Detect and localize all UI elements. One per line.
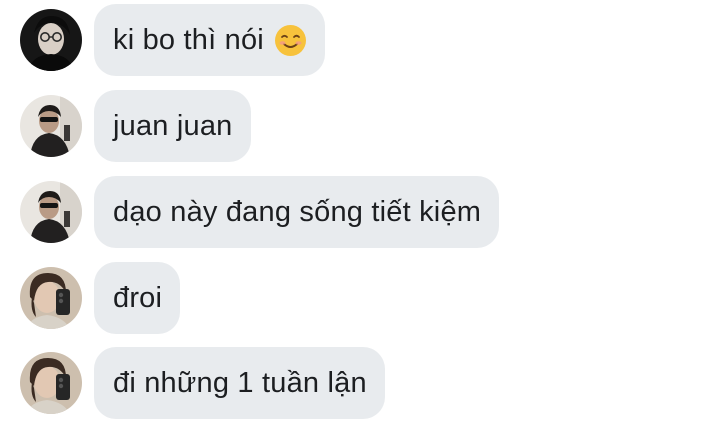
avatar-person-phone-mirror-icon: [20, 267, 82, 329]
avatar-person-glasses-dark-icon: [20, 9, 82, 71]
message-bubble[interactable]: đi những 1 tuần lận: [94, 347, 385, 419]
message-text: dạo này đang sống tiết kiệm: [113, 195, 482, 228]
message-bubble[interactable]: ki bo thì nói: [94, 4, 325, 76]
avatar[interactable]: [20, 352, 82, 414]
avatar[interactable]: [20, 95, 82, 157]
message-row: đroi: [20, 262, 181, 334]
message-row: dạo này đang sống tiết kiệm: [20, 176, 500, 248]
smiling-face-emoji-icon: [274, 24, 307, 57]
message-row: đi những 1 tuần lận: [20, 347, 385, 419]
message-text: ki bo thì nói: [113, 23, 264, 56]
avatar-person-phone-mirror-icon: [20, 352, 82, 414]
avatar-person-sunglasses-icon: [20, 181, 82, 243]
message-text: juan juan: [113, 109, 233, 142]
message-row: ki bo thì nói: [20, 4, 325, 76]
message-text: đroi: [113, 281, 163, 314]
message-thread: ki bo thì nói juan juan dạo này đang sốn…: [0, 0, 720, 428]
message-bubble[interactable]: dạo này đang sống tiết kiệm: [94, 176, 500, 248]
avatar[interactable]: [20, 181, 82, 243]
message-row: juan juan: [20, 90, 251, 162]
message-bubble[interactable]: đroi: [94, 262, 181, 334]
avatar[interactable]: [20, 267, 82, 329]
avatar[interactable]: [20, 9, 82, 71]
avatar-person-sunglasses-icon: [20, 95, 82, 157]
message-text: đi những 1 tuần lận: [113, 366, 367, 399]
message-bubble[interactable]: juan juan: [94, 90, 251, 162]
